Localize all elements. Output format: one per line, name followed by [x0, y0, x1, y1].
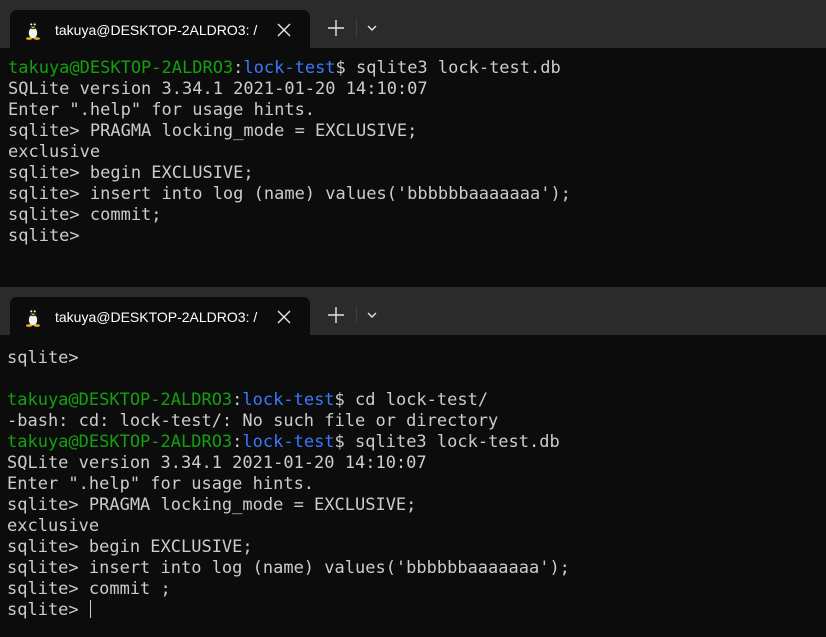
output-line: exclusive	[8, 142, 101, 162]
chevron-down-icon[interactable]	[362, 305, 382, 325]
output-line: SQLite version 3.34.1 2021-01-20 14:10:0…	[7, 453, 427, 473]
tab-title: takuya@DESKTOP-2ALDRO3: /	[55, 22, 258, 38]
prompt-command: $ sqlite3 lock-test.db	[335, 58, 561, 78]
output-line: Enter ".help" for usage hints.	[7, 474, 315, 494]
text-cursor	[89, 600, 91, 618]
prompt-line: takuya@DESKTOP-2ALDRO3:lock-test$ cd loc…	[7, 390, 825, 411]
terminal-window-top[interactable]: takuya@DESKTOP-2ALDRO3: / takuya@DESKTOP…	[0, 0, 826, 287]
prompt-separator: :	[232, 432, 243, 452]
tab-bar: takuya@DESKTOP-2ALDRO3: /	[0, 287, 826, 335]
prompt-line: takuya@DESKTOP-2ALDRO3:lock-test$ sqlite…	[8, 58, 826, 79]
prompt-path: lock-test	[242, 390, 335, 410]
prompt-separator: :	[233, 58, 244, 78]
terminal-window-bottom[interactable]: takuya@DESKTOP-2ALDRO3: / sqlite> takuya…	[0, 287, 826, 637]
output-line: SQLite version 3.34.1 2021-01-20 14:10:0…	[8, 79, 428, 99]
output-line: sqlite> commit ;	[7, 579, 171, 599]
tab-divider	[356, 19, 357, 37]
close-icon[interactable]	[274, 307, 294, 327]
prompt-user: takuya@DESKTOP-2ALDRO3	[7, 432, 233, 452]
plus-icon[interactable]	[325, 17, 347, 39]
prompt-line: takuya@DESKTOP-2ALDRO3:lock-test$ sqlite…	[7, 432, 825, 453]
linux-tux-icon	[24, 307, 42, 327]
sqlite-prompt: sqlite>	[7, 600, 89, 620]
output-line: sqlite> insert into log (name) values('b…	[8, 184, 571, 204]
prompt-user: takuya@DESKTOP-2ALDRO3	[8, 58, 234, 78]
terminal-output[interactable]: sqlite> takuya@DESKTOP-2ALDRO3:lock-test…	[7, 348, 825, 621]
plus-icon[interactable]	[325, 304, 347, 326]
output-line: -bash: cd: lock-test/: No such file or d…	[7, 411, 499, 431]
output-line: sqlite> commit;	[8, 205, 162, 225]
tab-divider	[356, 306, 357, 324]
chevron-down-icon[interactable]	[362, 18, 382, 38]
terminal-tab[interactable]: takuya@DESKTOP-2ALDRO3: /	[10, 10, 310, 48]
tab-bar: takuya@DESKTOP-2ALDRO3: /	[0, 0, 826, 48]
tab-title: takuya@DESKTOP-2ALDRO3: /	[55, 309, 258, 325]
output-line: sqlite> PRAGMA locking_mode = EXCLUSIVE;	[8, 121, 418, 141]
output-line: sqlite> PRAGMA locking_mode = EXCLUSIVE;	[7, 495, 417, 515]
linux-tux-icon	[24, 20, 42, 40]
prompt-user: takuya@DESKTOP-2ALDRO3	[7, 390, 233, 410]
terminal-output[interactable]: takuya@DESKTOP-2ALDRO3:lock-test$ sqlite…	[8, 58, 826, 247]
output-line: exclusive	[7, 516, 100, 536]
prompt-separator: :	[232, 390, 243, 410]
output-line: Enter ".help" for usage hints.	[8, 100, 316, 120]
input-line[interactable]: sqlite>	[7, 600, 825, 621]
prompt-path: lock-test	[242, 432, 335, 452]
prompt-path: lock-test	[243, 58, 336, 78]
terminal-tab[interactable]: takuya@DESKTOP-2ALDRO3: /	[10, 297, 310, 335]
prompt-command: $ sqlite3 lock-test.db	[334, 432, 560, 452]
close-icon[interactable]	[274, 20, 294, 40]
output-line: sqlite> begin EXCLUSIVE;	[8, 163, 254, 183]
prompt-command: $ cd lock-test/	[334, 390, 489, 410]
output-line: sqlite>	[8, 226, 80, 246]
output-line: sqlite> insert into log (name) values('b…	[7, 558, 570, 578]
output-line: sqlite> begin EXCLUSIVE;	[7, 537, 253, 557]
output-line: sqlite>	[7, 348, 79, 368]
